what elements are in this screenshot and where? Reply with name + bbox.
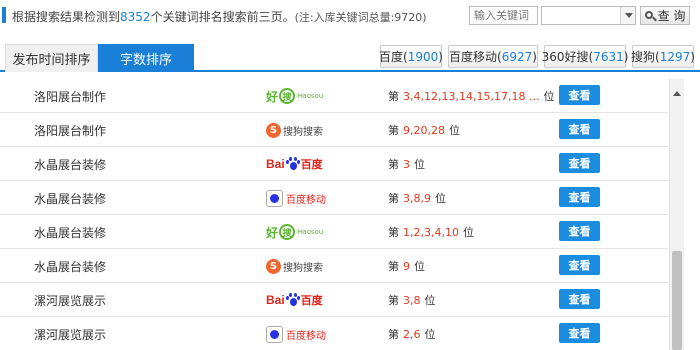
rank-positions: 第 3,8,9 位 [388, 192, 446, 205]
tab-sort-by-count[interactable]: 字数排序 [98, 44, 194, 72]
engine-360-button[interactable]: 360好搜(7631) [541, 45, 628, 68]
summary-note: (注:入库关键词总量:9720) [294, 11, 427, 24]
keyword-text: 洛阳展台制作 [34, 124, 107, 138]
engine-sogou-button[interactable]: 搜狗(1297) [631, 45, 695, 68]
engine-baidu-mobile-button[interactable]: 百度移动(6927) [448, 45, 538, 68]
keyword-text: 水晶展台装修 [34, 260, 107, 274]
baidu-logo: Bai 百度 [266, 157, 323, 171]
rank-positions: 第3位 [388, 158, 425, 171]
keyword-count: 8352 [120, 10, 151, 24]
scrollbar-thumb[interactable] [672, 251, 682, 350]
summary-prefix: 根据搜索结果检测到 [12, 10, 121, 24]
keyword-search-input[interactable] [469, 6, 538, 25]
keyword-text: 水晶展台装修 [34, 226, 107, 240]
view-button[interactable]: 查看 [559, 119, 600, 139]
rank-positions: 第9位 [388, 260, 425, 273]
engine-count: 7631 [593, 49, 624, 64]
haosou-logo: 好搜 Haosou [266, 224, 324, 240]
search-icon [644, 10, 657, 21]
engine-count: 1900 [407, 49, 439, 64]
list-item: 漯河展览展示 百度移动 第 2,6 位 查看 [0, 317, 668, 350]
view-button[interactable]: 查看 [559, 221, 600, 241]
list-item: 水晶展台装修 S 搜狗搜索 第9位 查看 [0, 249, 668, 283]
list-item: 水晶展台装修 百度移动 第 3,8,9 位 查看 [0, 181, 668, 215]
rank-positions: 第 2,6 位 [388, 328, 436, 341]
engine-name: 百度 [379, 50, 404, 64]
query-button-label: 查 询 [657, 9, 686, 23]
view-button[interactable]: 查看 [559, 187, 600, 207]
list-item: 水晶展台装修 Bai 百度 第3位 查看 [0, 147, 668, 181]
results-header: 根据搜索结果检测到8352个关键词排名搜索前三页。(注:入库关键词总量:9720… [0, 0, 700, 32]
rank-positions: 第 3,4,12,13,14,15,17,18 ... 位 [388, 90, 555, 103]
select-dropdown-button[interactable] [620, 7, 635, 24]
view-button[interactable]: 查看 [559, 153, 600, 173]
engine-filter-select[interactable] [541, 6, 636, 25]
rank-positions: 第 1,2,3,4,10 位 [388, 226, 474, 239]
keyword-text: 水晶展台装修 [34, 192, 107, 206]
list-item: 洛阳展台制作 好搜 Haosou 第 3,4,12,13,14,15,17,18 .… [0, 79, 668, 113]
tab-label: 字数排序 [119, 52, 172, 68]
query-button[interactable]: 查 询 [640, 6, 690, 25]
view-button[interactable]: 查看 [559, 85, 600, 105]
baidu-mobile-logo: 百度移动 [266, 323, 326, 345]
list-scrollbar[interactable] [669, 79, 684, 350]
keyword-text: 水晶展台装修 [34, 158, 107, 172]
rank-positions: 第 9,20,28 位 [388, 124, 460, 137]
engine-count: 6927 [501, 49, 533, 64]
list-item: 漯河展览展示 Bai 百度 第 3,8 位 查看 [0, 283, 668, 317]
chevron-down-icon [625, 13, 633, 18]
engine-name: 360好搜 [541, 50, 589, 64]
tab-sort-by-time[interactable]: 发布时间排序 [5, 44, 98, 72]
baidu-logo: Bai 百度 [266, 293, 323, 307]
scroll-up-icon[interactable] [673, 91, 681, 96]
header-accent-bar [2, 7, 6, 23]
ranking-list: 洛阳展台制作 好搜 Haosou 第 3,4,12,13,14,15,17,18 .… [0, 79, 668, 350]
keyword-text: 洛阳展台制作 [34, 90, 107, 104]
summary-suffix: 个关键词排名搜索前三页。 [150, 10, 295, 24]
list-item: 洛阳展台制作 S 搜狗搜索 第 9,20,28 位 查看 [0, 113, 668, 147]
rank-positions: 第 3,8 位 [388, 294, 436, 307]
tab-label: 发布时间排序 [12, 53, 91, 68]
sogou-logo: S 搜狗搜索 [266, 119, 323, 141]
results-summary: 根据搜索结果检测到8352个关键词排名搜索前三页。(注:入库关键词总量:9720… [12, 8, 427, 25]
keyword-text: 漯河展览展示 [34, 294, 107, 308]
list-item: 水晶展台装修 好搜 Haosou 第 1,2,3,4,10 位 查看 [0, 215, 668, 249]
sogou-logo: S 搜狗搜索 [266, 255, 323, 277]
view-button[interactable]: 查看 [559, 323, 600, 343]
sort-tab-bar: 发布时间排序 字数排序 百度(1900) 百度移动(6927) 360好搜(76… [0, 44, 700, 72]
view-button[interactable]: 查看 [559, 289, 600, 309]
view-button[interactable]: 查看 [559, 255, 600, 275]
baidu-mobile-logo: 百度移动 [266, 187, 326, 209]
engine-baidu-button[interactable]: 百度(1900) [379, 45, 443, 68]
keyword-text: 漯河展览展示 [34, 328, 107, 342]
engine-count: 1297 [659, 49, 691, 64]
haosou-logo: 好搜 Haosou [266, 88, 324, 104]
engine-name: 百度移动 [449, 50, 498, 64]
engine-name: 搜狗 [631, 50, 656, 64]
